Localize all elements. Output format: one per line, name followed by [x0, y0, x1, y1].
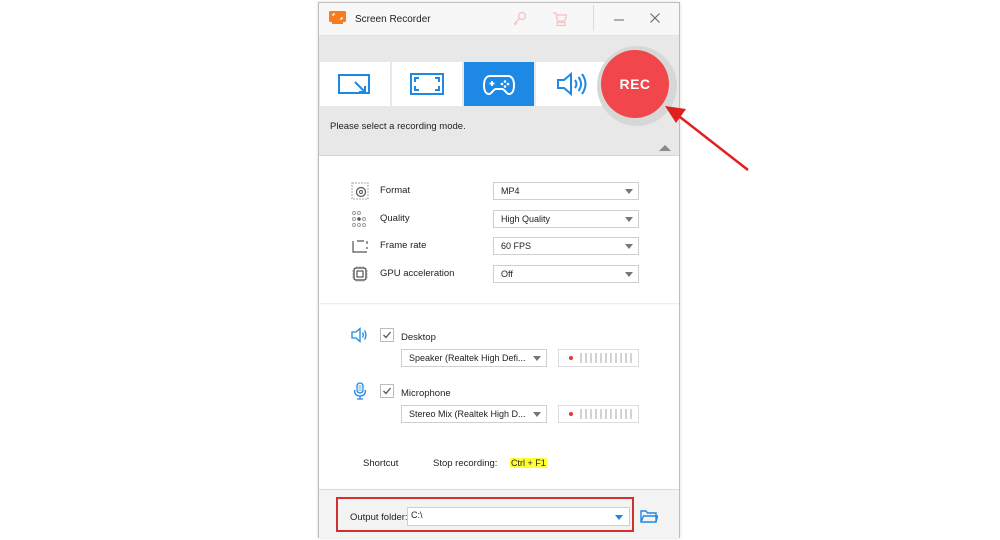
desktop-audio-checkbox[interactable] [380, 328, 394, 342]
format-row: Format MP4 [319, 180, 679, 202]
close-icon[interactable] [647, 10, 663, 26]
frame-rate-value: 60 FPS [501, 241, 532, 251]
frame-rate-icon [352, 240, 368, 253]
desktop-volume-meter [558, 349, 639, 367]
quality-label: Quality [380, 213, 410, 224]
fullscreen-mode-button[interactable] [392, 62, 462, 106]
chevron-down-icon [533, 356, 541, 361]
desktop-device-value: Speaker (Realtek High Defi... [409, 353, 526, 363]
recording-mode-panel: REC Please select a recording mode. [319, 36, 679, 156]
desktop-speaker-icon [351, 327, 367, 343]
rec-button[interactable]: REC [601, 50, 669, 118]
microphone-label: Microphone [401, 388, 451, 399]
volume-level-bars [580, 353, 632, 363]
audio-mode-button[interactable] [536, 62, 606, 106]
screen-recorder-window: Screen Recorder REC Please select a reco… [318, 2, 680, 538]
chevron-down-icon [625, 189, 633, 194]
app-title: Screen Recorder [355, 14, 431, 25]
microphone-device-select[interactable]: Stereo Mix (Realtek High D... [401, 405, 547, 423]
frame-rate-select[interactable]: 60 FPS [493, 237, 639, 255]
gpu-acceleration-row: GPU acceleration Off [319, 263, 679, 285]
collapse-panel-icon[interactable] [659, 145, 671, 151]
section-divider [320, 303, 679, 304]
app-logo-icon [329, 11, 346, 24]
minimize-icon[interactable] [611, 11, 627, 27]
format-icon [351, 182, 369, 200]
format-select[interactable]: MP4 [493, 182, 639, 200]
chevron-down-icon [625, 217, 633, 222]
quality-value: High Quality [501, 214, 551, 224]
desktop-audio-label: Desktop [401, 332, 436, 343]
microphone-checkbox[interactable] [380, 384, 394, 398]
frame-rate-label: Frame rate [380, 240, 427, 251]
cart-icon[interactable] [551, 10, 569, 28]
format-value: MP4 [501, 186, 520, 196]
gpu-acceleration-label: GPU acceleration [380, 268, 455, 279]
record-dot-icon [569, 412, 573, 416]
quality-row: Quality High Quality [319, 208, 679, 230]
microphone-icon [353, 382, 367, 400]
format-label: Format [380, 185, 411, 196]
chevron-down-icon [615, 515, 623, 520]
annotation-arrow-line [679, 116, 749, 171]
region-mode-button[interactable] [320, 62, 390, 106]
desktop-device-select[interactable]: Speaker (Realtek High Defi... [401, 349, 547, 367]
output-folder-select[interactable]: C:\ [407, 507, 630, 526]
output-folder-value: C:\ [411, 510, 423, 520]
title-bar: Screen Recorder [319, 3, 679, 36]
output-footer: Output folder: C:\ [319, 489, 679, 538]
quality-select[interactable]: High Quality [493, 210, 639, 228]
microphone-volume-meter [558, 405, 639, 423]
chevron-down-icon [533, 412, 541, 417]
checkmark-icon [383, 331, 392, 339]
shortcut-label: Shortcut [363, 458, 399, 469]
quality-icon [352, 211, 366, 227]
chevron-down-icon [625, 244, 633, 249]
mode-hint-text: Please select a recording mode. [330, 121, 466, 132]
game-mode-button[interactable] [464, 62, 534, 106]
volume-level-bars [580, 409, 632, 419]
titlebar-separator [593, 5, 594, 31]
speaker-icon [557, 71, 587, 97]
open-folder-icon[interactable] [640, 509, 658, 524]
frame-rate-row: Frame rate 60 FPS [319, 235, 679, 257]
stop-recording-label: Stop recording: [433, 458, 498, 469]
chevron-down-icon [625, 272, 633, 277]
stop-recording-hotkey[interactable]: Ctrl + F1 [510, 458, 547, 468]
gamepad-icon [482, 75, 516, 96]
key-icon[interactable] [511, 10, 529, 28]
fullscreen-icon [410, 73, 444, 95]
gpu-chip-icon [352, 266, 368, 282]
output-folder-label: Output folder: [350, 512, 408, 523]
checkmark-icon [383, 387, 392, 395]
gpu-acceleration-select[interactable]: Off [493, 265, 639, 283]
microphone-device-value: Stereo Mix (Realtek High D... [409, 409, 526, 419]
region-resize-icon [338, 74, 370, 94]
record-dot-icon [569, 356, 573, 360]
gpu-acceleration-value: Off [501, 269, 513, 279]
